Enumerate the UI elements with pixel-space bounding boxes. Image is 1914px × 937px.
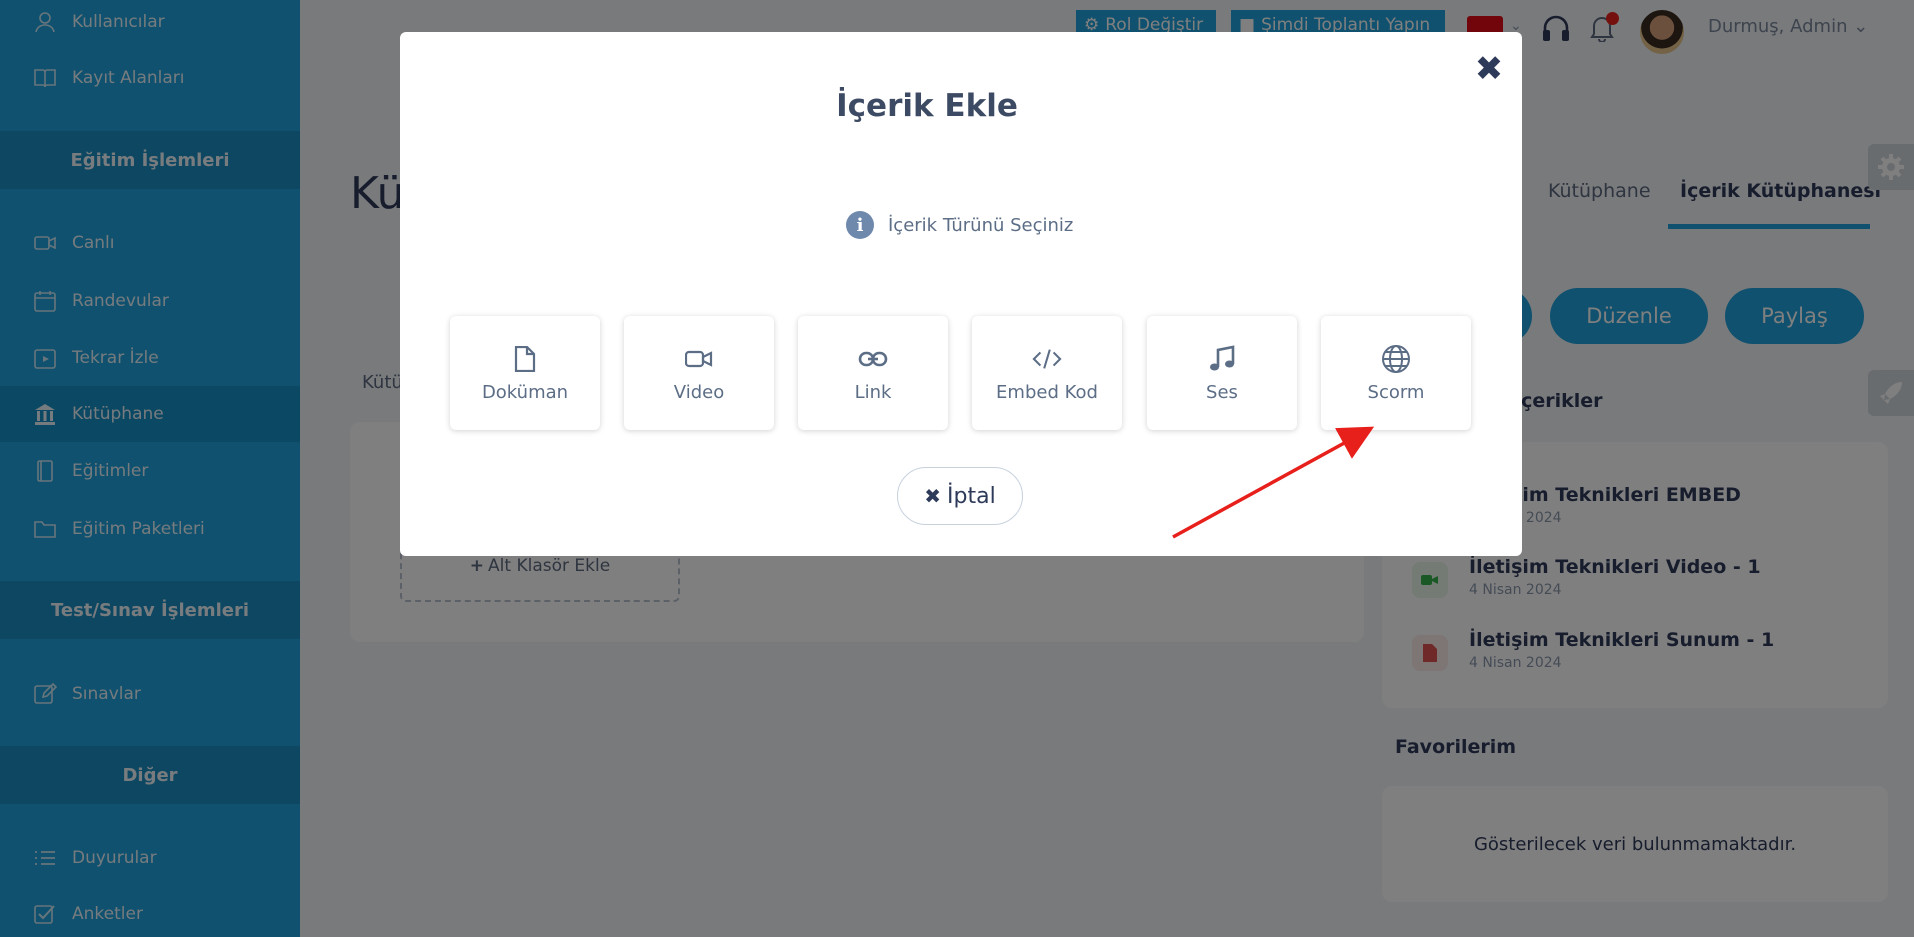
content-type-label: Ses	[1206, 381, 1238, 403]
content-type-video[interactable]: Video	[624, 316, 774, 430]
modal-title: İçerik Ekle	[836, 88, 1018, 124]
content-type-link[interactable]: Link	[798, 316, 948, 430]
content-type-audio[interactable]: Ses	[1147, 316, 1297, 430]
hint-text: İçerik Türünü Seçiniz	[888, 214, 1074, 236]
video-icon	[684, 344, 714, 374]
content-type-label: Scorm	[1367, 381, 1425, 403]
close-icon: ✖	[924, 484, 942, 508]
content-type-label: Doküman	[481, 381, 569, 403]
link-icon	[858, 344, 888, 374]
content-type-label: Video	[673, 381, 725, 403]
content-type-scorm[interactable]: Scorm	[1321, 316, 1471, 430]
globe-icon	[1381, 344, 1411, 374]
cancel-button[interactable]: ✖ İptal	[897, 467, 1023, 525]
content-type-embed-code[interactable]: Embed Kod	[972, 316, 1122, 430]
document-icon	[510, 344, 540, 374]
music-icon	[1207, 344, 1237, 374]
code-icon	[1032, 344, 1062, 374]
close-icon[interactable]: ✖	[1474, 52, 1504, 86]
content-type-label: Embed Kod	[996, 381, 1098, 403]
content-type-label: Link	[854, 381, 892, 403]
content-type-document[interactable]: Doküman	[450, 316, 600, 430]
content-type-hint: i İçerik Türünü Seçiniz	[846, 208, 1073, 242]
cancel-label: İptal	[947, 483, 996, 509]
info-icon: i	[846, 211, 874, 239]
